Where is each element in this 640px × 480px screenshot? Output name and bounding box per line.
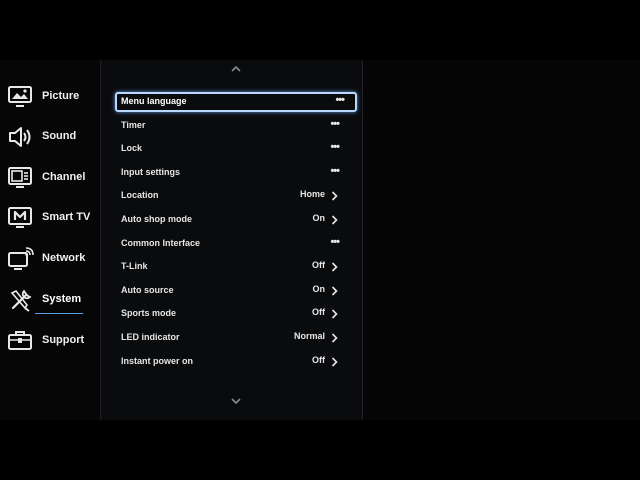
menu-item-auto-shop-mode[interactable]: Auto shop mode On — [117, 210, 353, 230]
menu-item-lock[interactable]: Lock ••• — [117, 139, 353, 159]
sidebar-item-label: Picture — [42, 90, 80, 102]
picture-icon — [7, 84, 35, 110]
menu-item-label: Lock — [121, 143, 143, 153]
menu-item-value: Normal — [293, 331, 325, 341]
sidebar-item-smart-tv[interactable]: Smart TV — [0, 203, 100, 233]
toolbox-icon — [7, 328, 35, 354]
tv-channel-icon — [7, 165, 35, 191]
sidebar-item-label: Network — [42, 252, 86, 264]
scroll-down-icon[interactable] — [230, 398, 242, 406]
category-sidebar: Picture Sound Channel Smart TV Network S… — [0, 60, 101, 420]
menu-item-label: Sports mode — [121, 308, 177, 318]
menu-item-menu-language[interactable]: Menu language ••• — [115, 92, 357, 112]
sidebar-item-label: Smart TV — [42, 211, 91, 223]
more-options-icon: ••• — [330, 118, 340, 130]
sidebar-item-label: Channel — [42, 171, 86, 183]
network-icon — [7, 246, 35, 272]
chevron-right-icon — [331, 333, 338, 343]
more-options-icon: ••• — [330, 236, 340, 248]
menu-item-label: Timer — [121, 120, 146, 130]
menu-item-auto-source[interactable]: Auto source On — [117, 281, 353, 301]
chevron-right-icon — [331, 357, 338, 367]
sidebar-item-network[interactable]: Network — [0, 244, 100, 274]
menu-item-sports-mode[interactable]: Sports mode Off — [117, 304, 353, 324]
tools-icon — [7, 287, 35, 313]
menu-item-label: Instant power on — [121, 356, 193, 366]
menu-item-label: LED indicator — [121, 332, 180, 342]
sidebar-item-label: Sound — [42, 130, 77, 142]
menu-item-timer[interactable]: Timer ••• — [117, 116, 353, 136]
chevron-right-icon — [331, 309, 338, 319]
more-options-icon: ••• — [330, 141, 340, 153]
more-options-icon: ••• — [330, 165, 340, 177]
chevron-right-icon — [331, 286, 338, 296]
menu-item-label: Common Interface — [121, 238, 201, 248]
sidebar-item-picture[interactable]: Picture — [0, 82, 100, 112]
menu-item-label: Location — [121, 190, 159, 200]
system-settings-panel: Menu language ••• Timer ••• Lock ••• Inp… — [101, 60, 363, 420]
menu-item-label: T-Link — [121, 261, 148, 271]
chevron-right-icon — [331, 215, 338, 225]
menu-item-value: On — [312, 213, 326, 223]
menu-item-location[interactable]: Location Home — [117, 186, 353, 206]
active-category-indicator — [35, 313, 83, 314]
sidebar-item-support[interactable]: Support — [0, 326, 100, 356]
menu-item-led-indicator[interactable]: LED indicator Normal — [117, 328, 353, 348]
menu-item-common-interface[interactable]: Common Interface ••• — [117, 234, 353, 254]
sidebar-item-label: Support — [42, 334, 85, 346]
sidebar-item-system[interactable]: System — [0, 285, 100, 315]
more-options-icon: ••• — [335, 94, 345, 106]
menu-item-value: Home — [299, 189, 325, 199]
menu-item-value: On — [312, 284, 326, 294]
menu-item-t-link[interactable]: T-Link Off — [117, 257, 353, 277]
sidebar-item-label: System — [42, 293, 82, 305]
menu-item-input-settings[interactable]: Input settings ••• — [117, 163, 353, 183]
scroll-up-icon[interactable] — [230, 64, 242, 72]
menu-item-value: Off — [312, 260, 325, 270]
menu-item-label: Input settings — [121, 167, 180, 177]
chevron-right-icon — [331, 191, 338, 201]
tv-settings-screen: Picture Sound Channel Smart TV Network S… — [0, 60, 640, 420]
menu-item-label: Menu language — [121, 96, 187, 106]
menu-item-label: Auto shop mode — [121, 214, 192, 224]
sidebar-item-sound[interactable]: Sound — [0, 122, 100, 152]
speaker-icon — [7, 124, 35, 150]
sidebar-item-channel[interactable]: Channel — [0, 163, 100, 193]
menu-item-value: Off — [312, 307, 325, 317]
smart-tv-icon — [7, 205, 35, 231]
menu-item-value: Off — [312, 355, 325, 365]
chevron-right-icon — [331, 262, 338, 272]
preview-area — [363, 60, 640, 420]
menu-item-instant-power-on[interactable]: Instant power on Off — [117, 352, 353, 372]
menu-item-label: Auto source — [121, 285, 174, 295]
